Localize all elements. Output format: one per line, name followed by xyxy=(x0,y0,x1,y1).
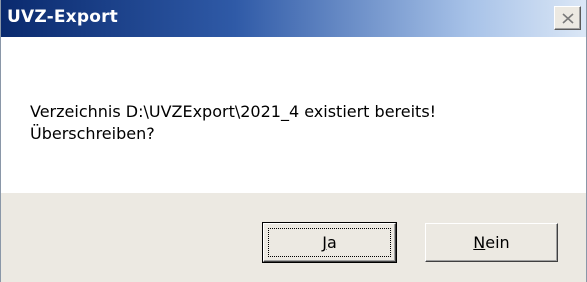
message-line-1: Verzeichnis D:\UVZExport\2021_4 existier… xyxy=(30,102,437,121)
no-label-rest: ein xyxy=(485,233,510,252)
message-text: Verzeichnis D:\UVZExport\2021_4 existier… xyxy=(30,101,436,145)
message-dialog: UVZ-Export Verzeichnis D:\UVZExport\2021… xyxy=(0,0,587,282)
close-icon xyxy=(562,13,574,24)
yes-button-label: Ja xyxy=(322,233,337,252)
no-mnemonic: N xyxy=(473,233,486,252)
title-bar[interactable]: UVZ-Export xyxy=(1,0,586,37)
yes-button[interactable]: Ja xyxy=(262,222,397,263)
close-button[interactable] xyxy=(554,6,581,30)
window-title: UVZ-Export xyxy=(7,7,118,27)
message-line-2: Überschreiben? xyxy=(30,124,155,143)
button-bar: Ja Nein xyxy=(1,193,586,282)
yes-label-rest: a xyxy=(326,233,337,252)
message-area: Verzeichnis D:\UVZExport\2021_4 existier… xyxy=(1,37,586,193)
no-button[interactable]: Nein xyxy=(425,223,558,262)
no-button-label: Nein xyxy=(473,233,509,252)
